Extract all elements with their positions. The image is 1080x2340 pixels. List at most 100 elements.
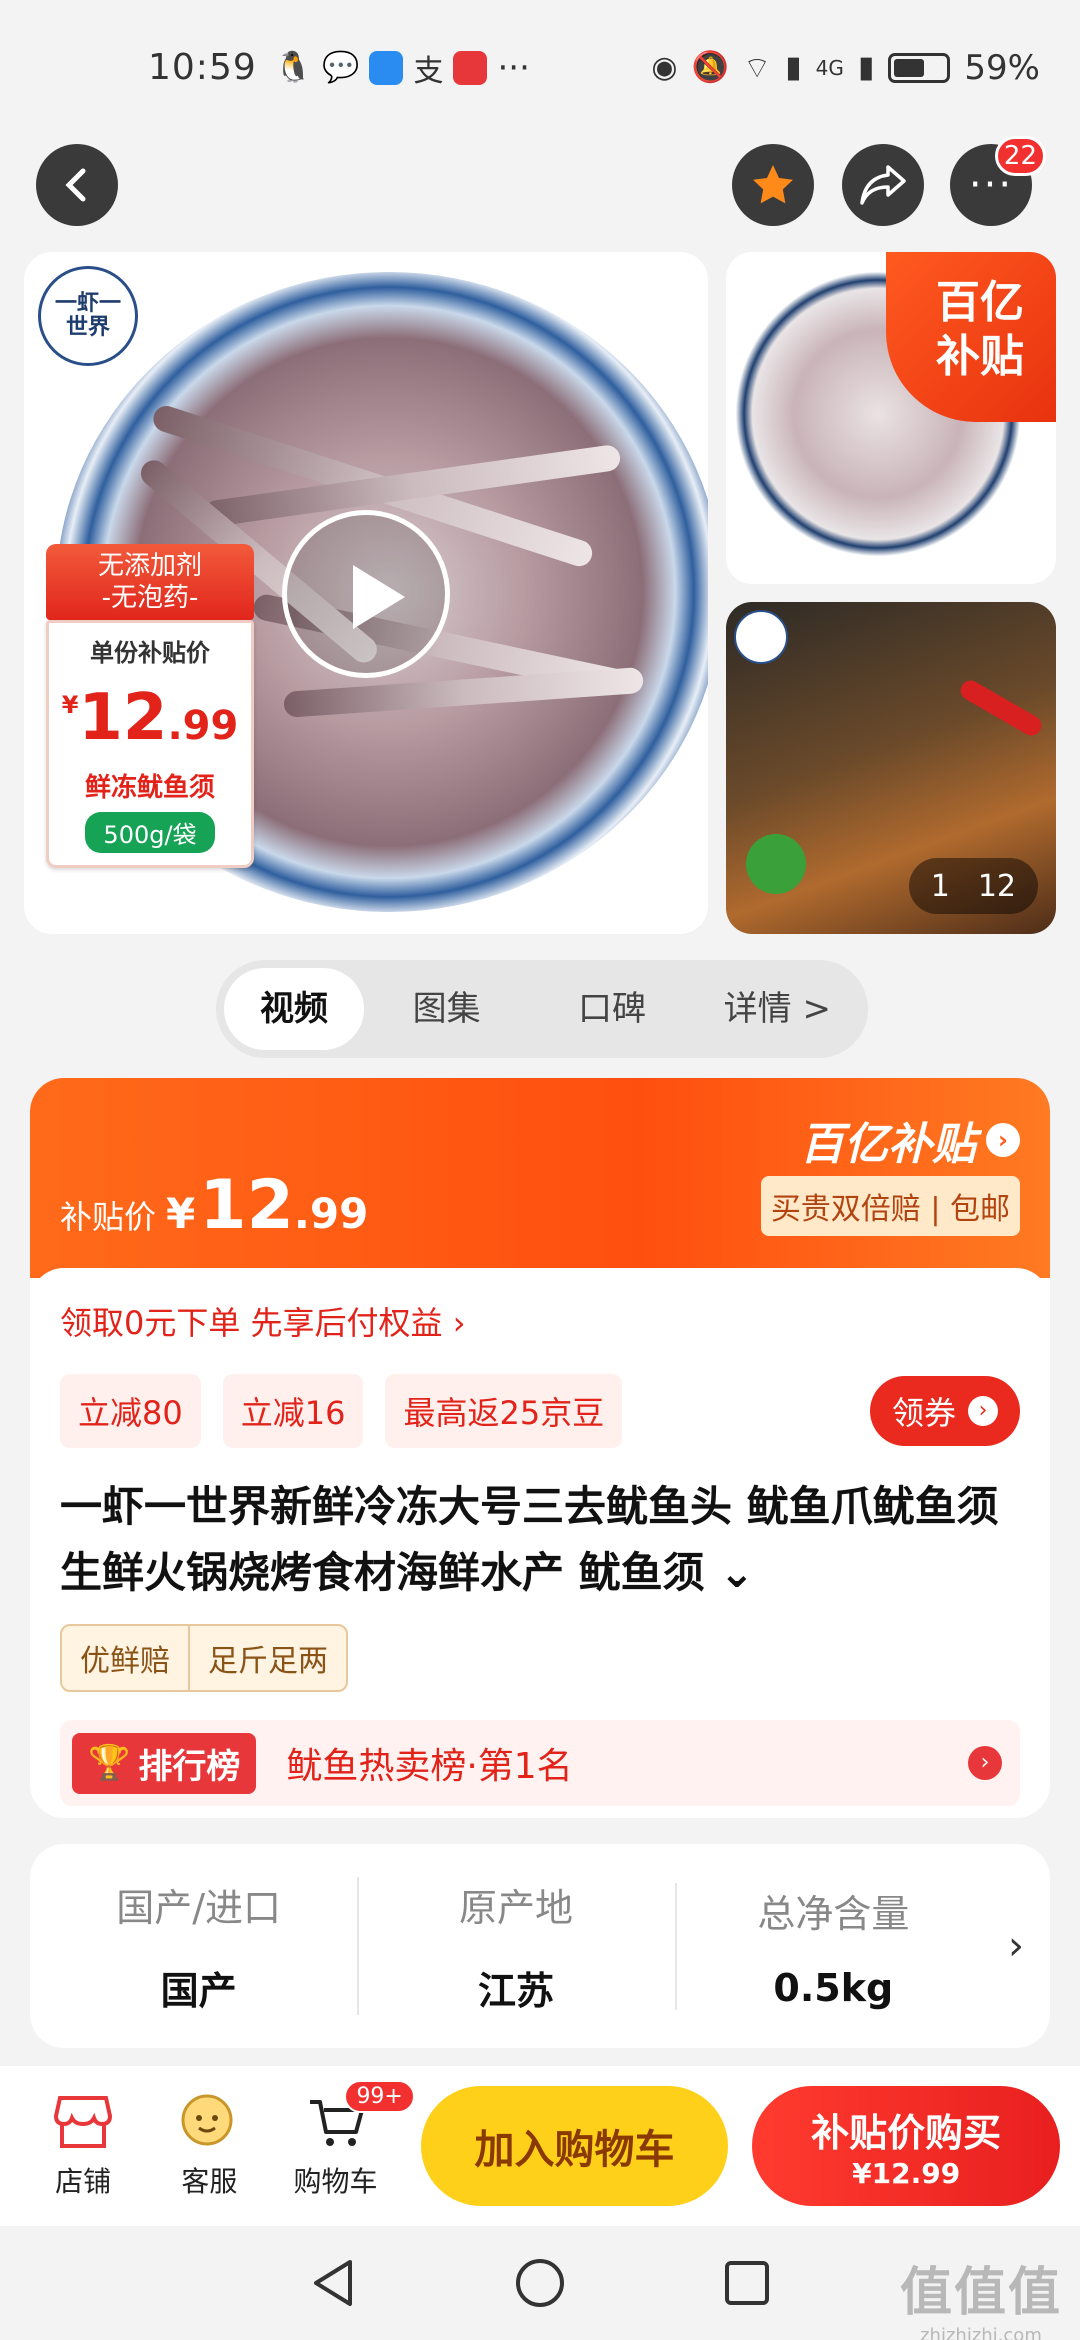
product-title[interactable]: 一虾一世界新鲜冷冻大号三去鱿鱼头 鱿鱼爪鱿鱼须生鲜火锅烧烤食材海鲜水产 鱿鱼须 …: [60, 1474, 1020, 1606]
spec-card[interactable]: 国产/进口 国产 原产地 江苏 总净含量 0.5kg ›: [30, 1844, 1050, 2048]
discount-chip[interactable]: 立减80: [60, 1374, 201, 1448]
share-icon: [860, 165, 906, 205]
beans-chip[interactable]: 最高返25京豆: [385, 1374, 623, 1448]
brand-logo: 一虾一世界: [38, 266, 138, 366]
favorite-button[interactable]: [732, 144, 814, 226]
spec-value: 0.5kg: [773, 1965, 894, 2010]
spec-value: 国产: [160, 1969, 237, 2013]
cart-label: 购物车: [293, 2165, 378, 2198]
share-button[interactable]: [842, 144, 924, 226]
price-body: 领取0元下单 先享后付权益 › 立减80 立减16 最高返25京豆 领券 › 一…: [30, 1268, 1050, 1818]
battery-fill: [894, 58, 925, 77]
mute-icon: 🔕: [691, 50, 729, 85]
customer-service-button[interactable]: 客服: [146, 2092, 272, 2200]
play-button[interactable]: [282, 510, 450, 678]
pay-later-link[interactable]: 领取0元下单 先享后付权益 ›: [60, 1298, 1020, 1344]
more-button[interactable]: ··· 22: [950, 136, 1046, 226]
more-notifications-icon: ···: [497, 47, 530, 88]
spec-value: 江苏: [477, 1969, 554, 2013]
gallery-counter: 1 12: [908, 858, 1038, 914]
spec-weight: 总净含量 0.5kg: [674, 1882, 992, 2010]
store-icon: [51, 2092, 115, 2152]
gallery-index: 1: [930, 868, 950, 904]
ranking-row[interactable]: 🏆 排行榜 鱿鱼热卖榜·第1名 ›: [60, 1720, 1020, 1806]
tag-weight: 500g/袋: [85, 812, 215, 853]
wechat-icon: 💬: [322, 50, 360, 85]
watermark-text: 值值值: [899, 2263, 1062, 2323]
discount-chips: 立减80 立减16 最高返25京豆 领券 ›: [60, 1374, 1020, 1448]
watermark: 值值值 zhizhizhi.com: [900, 2250, 1062, 2340]
home-circle-icon[interactable]: [513, 2256, 567, 2310]
buy-now-button[interactable]: 补贴价购买 ¥12.99: [752, 2086, 1060, 2206]
chevron-right-icon: ›: [986, 1123, 1020, 1157]
ranking-tag: 🏆 排行榜: [72, 1732, 257, 1794]
add-to-cart-button[interactable]: 加入购物车: [420, 2086, 729, 2206]
price-tag: 无添加剂 -无泡药- 单份补贴价 ¥12.99 鲜冻鱿鱼须 500g/袋: [46, 544, 254, 868]
tag-line-2: -无泡药-: [101, 583, 199, 613]
price-int: 12: [199, 1166, 294, 1245]
back-button[interactable]: [36, 144, 118, 226]
eye-comfort-icon: ◉: [651, 50, 678, 85]
coupon-button[interactable]: 领券 ›: [869, 1376, 1020, 1446]
qq-icon: 🐧: [274, 50, 313, 85]
status-bar: 10:59 🐧 💬 支 ··· ◉ 🔕 ⌔ ▮ 4G ▮ 59%: [0, 0, 1080, 135]
tab-details[interactable]: 详情 >: [695, 968, 860, 1050]
tag-price-dec: .99: [167, 703, 239, 749]
gallery-thumb-1[interactable]: 百亿 补贴: [726, 252, 1056, 584]
notification-icons: 🐧 💬 支 ···: [275, 46, 530, 90]
price-label: 补贴价: [60, 1198, 157, 1236]
coupon-label: 领券: [891, 1394, 956, 1432]
product-video[interactable]: 一虾一世界 无添加剂 -无泡药- 单份补贴价 ¥12.99 鲜冻鱿鱼须 500g…: [24, 252, 708, 934]
tag-card: 单份补贴价 ¥12.99 鲜冻鱿鱼须 500g/袋: [46, 620, 254, 868]
chili-image: [957, 676, 1045, 740]
price-dec: .99: [293, 1189, 369, 1238]
chevron-right-icon: ›: [968, 1746, 1002, 1780]
gallery-thumb-2[interactable]: 1 12: [726, 602, 1056, 934]
gallery-total: 12: [977, 868, 1016, 904]
chevron-right-icon: ›: [1007, 1923, 1024, 1969]
ranking-tag-label: 排行榜: [138, 1746, 241, 1787]
buy-title: 补贴价购买: [811, 2111, 1002, 2155]
tag-price-int: 12: [78, 681, 168, 755]
back-triangle-icon[interactable]: [308, 2256, 358, 2310]
ranking-text: 鱿鱼热卖榜·第1名: [286, 1746, 573, 1787]
chevron-right-icon: ›: [968, 1396, 998, 1426]
tab-video[interactable]: 视频: [224, 968, 364, 1050]
star-icon: [753, 165, 793, 204]
recents-square-icon[interactable]: [722, 2258, 772, 2308]
tag-name: 鲜冻鱿鱼须: [84, 773, 215, 803]
spec-place: 原产地 江苏: [357, 1877, 674, 2015]
discount-chip[interactable]: 立减16: [222, 1374, 364, 1448]
alipay-icon: 支: [413, 53, 444, 89]
spec-key: 原产地: [458, 1886, 573, 1930]
service-pills[interactable]: 优鲜赔 足斤足两: [60, 1624, 348, 1692]
spec-key: 国产/进口: [116, 1886, 282, 1930]
network-type: 4G: [815, 55, 844, 80]
notification-badge: 22: [994, 136, 1046, 176]
signal-icon-2: ▮: [857, 50, 875, 85]
price-band: 补贴价 ¥12.99 百亿补贴 › 买贵双倍赔 | 包邮: [30, 1078, 1050, 1278]
tag-line-1: 无添加剂: [97, 551, 202, 581]
cart-button[interactable]: 99+ 购物车: [272, 2080, 415, 2200]
spec-origin-type: 国产/进口 国产: [40, 1877, 357, 2015]
cart-badge: 99+: [344, 2080, 415, 2113]
chevron-left-icon: [65, 168, 86, 202]
fresh-guarantee-pill: 优鲜赔: [80, 1644, 170, 1679]
tag-label: 单份补贴价: [90, 639, 210, 667]
guarantee-badge: 买贵双倍赔 | 包邮: [760, 1176, 1020, 1236]
tag-currency: ¥: [61, 691, 79, 719]
no-additive-tag: 无添加剂 -无泡药-: [46, 544, 254, 620]
spec-key: 总净含量: [757, 1891, 910, 1936]
book-app-icon: [453, 50, 488, 85]
tab-reviews[interactable]: 口碑: [529, 968, 694, 1050]
subsidy-price: 补贴价 ¥12.99: [60, 1166, 368, 1245]
media-tabs: 视频 图集 口碑 详情 >: [216, 960, 868, 1058]
subsidy-corner-line-2: 补贴: [936, 331, 1024, 382]
full-weight-pill: 足斤足两: [188, 1626, 346, 1690]
tab-gallery[interactable]: 图集: [364, 968, 529, 1050]
store-button[interactable]: 店铺: [20, 2092, 146, 2200]
subsidy-logo-text: 百亿补贴: [800, 1119, 976, 1170]
bottom-action-bar: 店铺 客服 99+ 购物车 加入购物车 补贴价购买 ¥12.99: [0, 2066, 1080, 2226]
subsidy-logo[interactable]: 百亿补贴 ›: [800, 1108, 1020, 1172]
brand-name: 一虾一世界: [54, 291, 121, 340]
